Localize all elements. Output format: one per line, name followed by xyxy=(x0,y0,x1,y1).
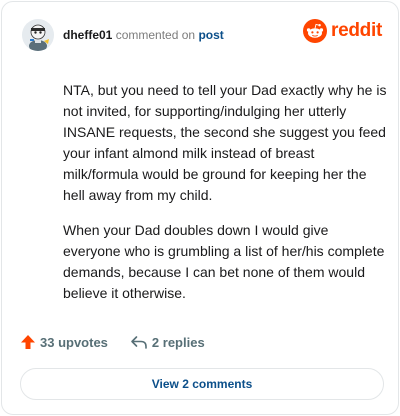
reddit-logo-icon xyxy=(303,19,328,43)
reply-arrow-icon xyxy=(131,336,147,349)
comment-card: dheffe01 commented on post reddit NTA, b… xyxy=(1,1,399,415)
action-text: commented on xyxy=(115,28,196,42)
upvote-button[interactable]: 33 upvotes xyxy=(20,334,108,350)
post-link[interactable]: post xyxy=(198,28,223,42)
replies-button[interactable]: 2 replies xyxy=(130,334,205,350)
reddit-wordmark: reddit xyxy=(331,20,382,41)
comment-body: NTA, but you need to tell your Dad exact… xyxy=(63,80,389,318)
reply-count: 2 replies xyxy=(151,334,205,350)
comment-paragraph: When your Dad doubles down I would give … xyxy=(63,222,385,301)
reddit-brand[interactable]: reddit xyxy=(303,19,382,43)
view-comments-button[interactable]: View 2 comments xyxy=(20,368,384,400)
comment-header: dheffe01 commented on post reddit xyxy=(22,17,382,53)
username[interactable]: dheffe01 xyxy=(63,28,112,42)
view-comments-label: View 2 comments xyxy=(151,377,253,391)
comment-actions: 33 upvotes 2 replies xyxy=(20,334,205,350)
upvote-arrow-icon xyxy=(21,335,35,349)
user-avatar[interactable] xyxy=(22,19,54,51)
comment-meta: dheffe01 commented on post xyxy=(63,28,224,42)
comment-paragraph: NTA, but you need to tell your Dad exact… xyxy=(63,82,387,203)
upvote-count: 33 upvotes xyxy=(40,334,108,350)
